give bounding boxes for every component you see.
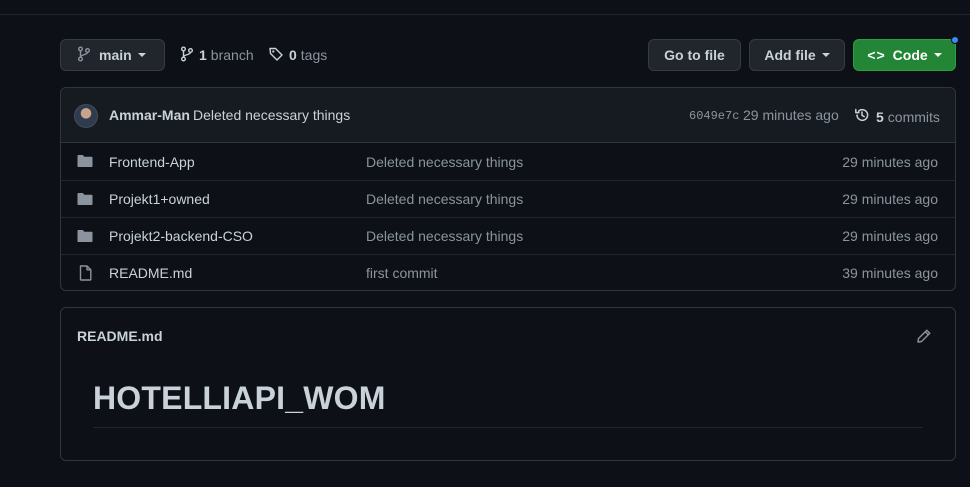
file-name[interactable]: Frontend-App <box>109 154 195 170</box>
chevron-down-icon <box>137 53 146 57</box>
file-commit-message[interactable]: Deleted necessary things <box>366 154 523 170</box>
tag-icon <box>268 46 284 65</box>
code-button[interactable]: <> Code <box>853 39 956 71</box>
go-to-file-button[interactable]: Go to file <box>648 39 741 71</box>
file-list: Frontend-App Deleted necessary things 29… <box>61 143 955 290</box>
folder-icon <box>77 192 93 209</box>
avatar[interactable] <box>74 104 98 128</box>
commit-author[interactable]: Ammar-Man <box>109 107 190 123</box>
add-file-label: Add file <box>764 47 816 63</box>
top-divider <box>0 14 970 15</box>
code-label: Code <box>892 47 928 63</box>
file-row: README.md first commit 39 minutes ago <box>61 254 955 290</box>
pencil-icon[interactable] <box>916 328 932 349</box>
branch-select-button[interactable]: main <box>60 39 165 71</box>
file-time: 29 minutes ago <box>842 153 938 170</box>
tags-label: tags <box>300 47 328 63</box>
heading-divider <box>93 427 923 428</box>
branches-link[interactable]: 1 branch <box>180 39 254 71</box>
add-file-button[interactable]: Add file <box>749 39 845 71</box>
file-time: 29 minutes ago <box>842 191 938 207</box>
chevron-down-icon <box>933 53 942 57</box>
file-name[interactable]: Projekt1+owned <box>109 191 210 207</box>
chevron-down-icon <box>821 53 830 57</box>
file-commit-message[interactable]: Deleted necessary things <box>366 191 523 207</box>
tags-count: 0 <box>289 47 297 63</box>
repo-toolbar: main 1 branch 0 tags Go to file Add file… <box>60 36 959 71</box>
readme-panel: README.md HOTELLIAPI_WOM <box>60 307 956 461</box>
file-icon <box>79 265 92 284</box>
file-row: Projekt1+owned Deleted necessary things … <box>61 180 955 217</box>
file-row: Frontend-App Deleted necessary things 29… <box>61 143 955 180</box>
folder-icon <box>77 154 93 171</box>
branches-count: 1 <box>199 47 207 63</box>
commit-message[interactable]: Deleted necessary things <box>193 107 350 123</box>
git-branch-icon <box>180 46 194 65</box>
code-icon: <> <box>867 47 886 63</box>
folder-icon <box>77 229 93 246</box>
git-branch-icon <box>77 46 91 65</box>
notification-dot <box>951 36 959 44</box>
history-icon <box>854 107 870 126</box>
readme-heading: HOTELLIAPI_WOM <box>93 380 386 416</box>
file-commit-message[interactable]: first commit <box>366 265 438 281</box>
file-commit-message[interactable]: Deleted necessary things <box>366 228 523 244</box>
branch-name: main <box>99 47 132 63</box>
tags-link[interactable]: 0 tags <box>268 39 327 71</box>
commits-label: commits <box>887 108 940 125</box>
commit-time: 29 minutes ago <box>743 107 839 123</box>
latest-commit-bar: Ammar-Man Deleted necessary things 6049e… <box>61 88 955 143</box>
branches-label: branch <box>210 47 254 63</box>
file-time: 39 minutes ago <box>842 265 938 281</box>
commits-count: 5 <box>876 108 884 125</box>
readme-title: README.md <box>77 328 163 344</box>
commit-sha[interactable]: 6049e7c <box>689 109 739 123</box>
file-browser: Ammar-Man Deleted necessary things 6049e… <box>60 87 956 291</box>
file-name[interactable]: README.md <box>109 265 192 281</box>
file-time: 29 minutes ago <box>842 228 938 244</box>
file-name[interactable]: Projekt2-backend-CSO <box>109 228 253 244</box>
commits-link[interactable]: 5 commits <box>854 107 940 126</box>
file-row: Projekt2-backend-CSO Deleted necessary t… <box>61 217 955 254</box>
